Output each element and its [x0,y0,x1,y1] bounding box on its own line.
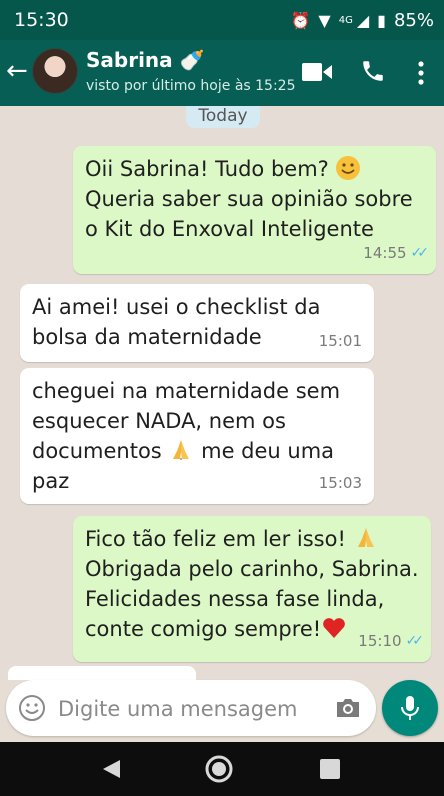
chat-area[interactable]: Today Oii Sabrina! Tudo bem? Queria sabe… [0,106,444,680]
signal-icon: ◢ [356,10,370,30]
avatar[interactable] [32,48,78,94]
wifi-icon: ▼ [318,10,331,30]
nav-recent-icon[interactable] [320,759,340,779]
message-time: 15:03 [318,474,362,492]
message-outgoing[interactable]: Fico tão feliz em ler isso! Obrigada pel… [73,516,431,662]
message-time: 15:01 [318,332,362,350]
message-input[interactable] [56,688,330,730]
status-icons: ⏰ ▼ 4G ◢ ▮ 85% [291,10,435,31]
back-arrow-icon[interactable]: ← [6,56,28,86]
message-composer [6,680,376,736]
smile-icon[interactable] [18,694,46,722]
message-incoming[interactable]: cheguei na maternidade sem esquecer NADA… [20,368,374,504]
message-meta: 14:55 ✓✓ [363,238,430,268]
read-ticks-icon: ✓✓ [410,245,430,261]
contact-name[interactable]: Sabrina 🍼 [86,48,205,72]
battery-level: 85% [393,9,434,31]
mic-button[interactable] [382,680,438,736]
message-meta: 15:01 [319,326,362,356]
message-meta: 15:03 [319,468,362,498]
more-vert-icon[interactable] [416,60,426,86]
network-type: 4G [338,14,353,26]
status-bar: 15:30 ⏰ ▼ 4G ◢ ▮ 85% [0,0,444,40]
nav-back-icon[interactable] [100,758,122,780]
read-ticks-icon: ✓✓ [405,633,425,649]
heart-emoji-icon [321,615,347,641]
message-time: 15:10 [358,632,402,650]
date-chip: Today [186,106,260,128]
last-seen: visto por último hoje às 15:25 [86,78,296,94]
message-time: 14:55 [363,244,407,262]
message-outgoing[interactable]: Oii Sabrina! Tudo bem? Queria saber sua … [73,146,436,274]
alarm-icon: ⏰ [290,10,311,30]
video-call-icon[interactable] [302,62,332,82]
message-meta: 15:10 ✓✓ [358,626,425,656]
smile-emoji-icon [335,155,361,181]
nav-home-icon[interactable] [204,754,234,784]
message-incoming[interactable]: Ai amei! usei o checklist da bolsa da ma… [20,284,374,362]
camera-icon[interactable] [334,696,362,720]
phone-icon[interactable] [360,58,386,84]
partial-message [8,666,196,680]
praying-hands-emoji-icon [353,525,379,551]
message-text: Oii Sabrina! Tudo bem? [85,154,424,184]
status-time: 15:30 [14,9,69,31]
android-nav-bar [0,742,444,796]
mic-icon [401,696,419,720]
chat-header: ← Sabrina 🍼 visto por último hoje às 15:… [0,40,444,106]
battery-icon: ▮ [377,10,386,30]
praying-hands-emoji-icon [168,437,194,463]
